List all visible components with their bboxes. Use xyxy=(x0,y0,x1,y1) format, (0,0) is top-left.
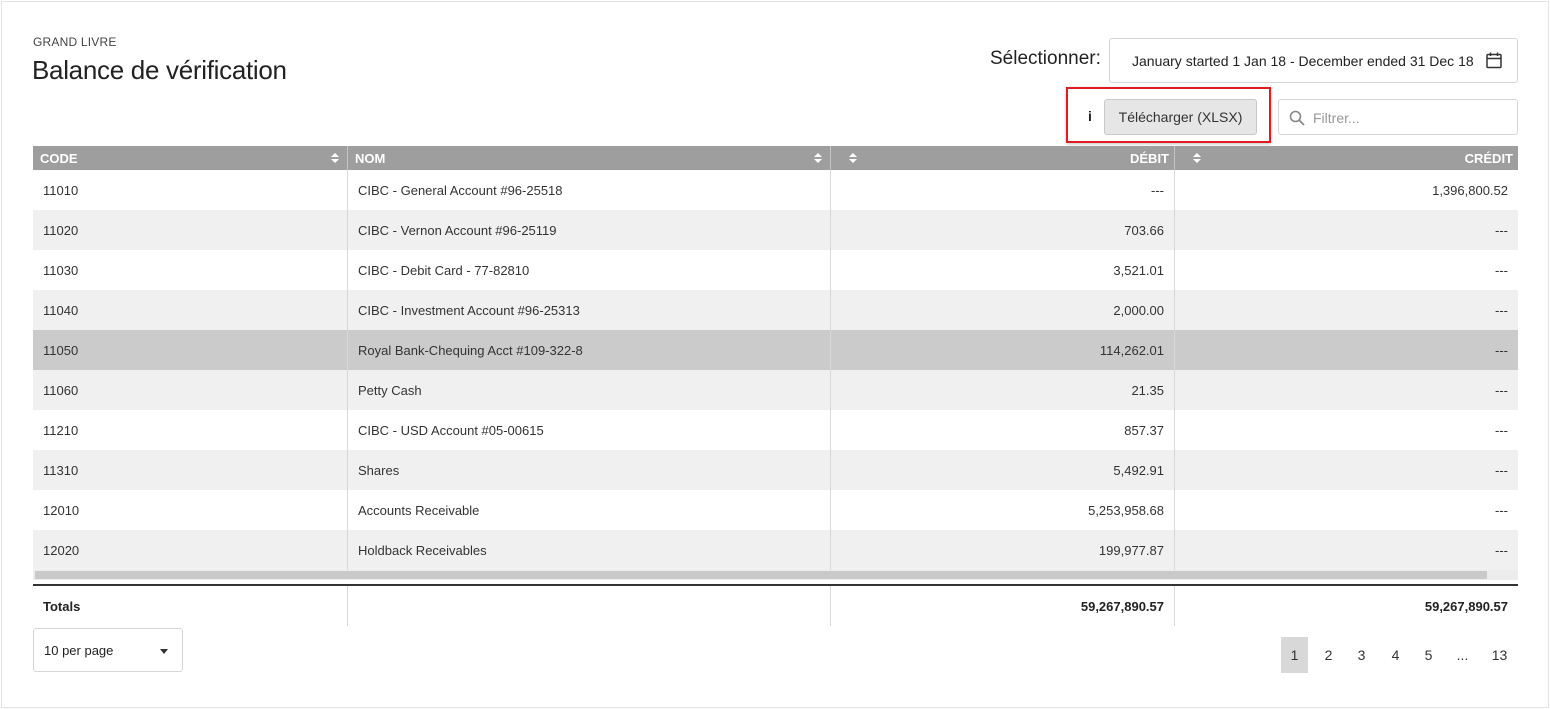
cell-code: 11040 xyxy=(33,290,348,330)
cell-name: CIBC - USD Account #05-00615 xyxy=(348,410,831,450)
totals-row: Totals 59,267,890.57 59,267,890.57 xyxy=(33,584,1518,626)
cell-code: 11310 xyxy=(33,450,348,490)
totals-empty-cell xyxy=(348,586,831,626)
sort-icon[interactable] xyxy=(814,153,822,164)
per-page-select[interactable]: 10 per page xyxy=(33,628,183,672)
cell-code: 11010 xyxy=(33,170,348,210)
cell-code: 11060 xyxy=(33,370,348,410)
cell-name: CIBC - Investment Account #96-25313 xyxy=(348,290,831,330)
cell-credit: --- xyxy=(1495,542,1508,558)
cell-name: Accounts Receivable xyxy=(348,490,831,530)
cell-code: 11210 xyxy=(33,410,348,450)
table-row[interactable]: 11210 CIBC - USD Account #05-00615 857.3… xyxy=(33,410,1518,450)
page-4[interactable]: 4 xyxy=(1382,637,1409,673)
period-value: January started 1 Jan 18 - December ende… xyxy=(1132,52,1474,69)
cell-code: 12010 xyxy=(33,490,348,530)
cell-credit: --- xyxy=(1495,302,1508,318)
page-title: Balance de vérification xyxy=(32,55,287,85)
table-row[interactable]: 11010 CIBC - General Account #96-25518 -… xyxy=(33,170,1518,210)
table-row-selected[interactable]: 11050 Royal Bank-Chequing Acct #109-322-… xyxy=(33,330,1518,370)
column-header-code[interactable]: CODE xyxy=(33,146,348,170)
cell-name: Holdback Receivables xyxy=(348,530,831,570)
cell-debit: 5,492.91 xyxy=(831,450,1175,490)
totals-label: Totals xyxy=(33,586,348,626)
cell-name: Petty Cash xyxy=(348,370,831,410)
page-2[interactable]: 2 xyxy=(1315,637,1342,673)
page-5[interactable]: 5 xyxy=(1415,637,1442,673)
per-page-value: 10 per page xyxy=(44,642,114,658)
column-header-label: NOM xyxy=(355,150,386,166)
cell-credit: --- xyxy=(1495,462,1508,478)
cell-debit: 857.37 xyxy=(831,410,1175,450)
column-header-label: CRÉDIT xyxy=(1464,150,1513,166)
page-ellipsis: ... xyxy=(1456,647,1469,663)
scrollbar-thumb[interactable] xyxy=(35,571,1487,579)
sort-icon[interactable] xyxy=(1193,153,1201,164)
table-body: 11010 CIBC - General Account #96-25518 -… xyxy=(33,170,1518,570)
cell-code: 11030 xyxy=(33,250,348,290)
cell-credit: --- xyxy=(1495,342,1508,358)
trial-balance-table: CODE NOM DÉBIT CRÉDIT 11010 CIBC - Gener… xyxy=(33,146,1518,626)
cell-name: Royal Bank-Chequing Acct #109-322-8 xyxy=(348,330,831,370)
column-header-credit[interactable]: CRÉDIT xyxy=(1175,146,1518,170)
totals-credit: 59,267,890.57 xyxy=(1424,598,1508,614)
cell-code: 12020 xyxy=(33,530,348,570)
cell-debit: 2,000.00 xyxy=(831,290,1175,330)
info-icon[interactable]: i xyxy=(1088,108,1092,124)
table-row[interactable]: 11020 CIBC - Vernon Account #96-25119 70… xyxy=(33,210,1518,250)
cell-debit: 3,521.01 xyxy=(831,250,1175,290)
caret-down-icon xyxy=(160,649,168,654)
sort-icon[interactable] xyxy=(331,153,339,164)
column-header-label: DÉBIT xyxy=(1130,150,1169,166)
table-row[interactable]: 11040 CIBC - Investment Account #96-2531… xyxy=(33,290,1518,330)
cell-name: Shares xyxy=(348,450,831,490)
page-13[interactable]: 13 xyxy=(1486,637,1513,673)
section-label: GRAND LIVRE xyxy=(33,35,117,49)
page-1[interactable]: 1 xyxy=(1281,637,1308,673)
table-header: CODE NOM DÉBIT CRÉDIT xyxy=(33,146,1518,170)
cell-credit: --- xyxy=(1495,222,1508,238)
table-row[interactable]: 11030 CIBC - Debit Card - 77-82810 3,521… xyxy=(33,250,1518,290)
cell-name: CIBC - General Account #96-25518 xyxy=(348,170,831,210)
column-header-debit[interactable]: DÉBIT xyxy=(831,146,1175,170)
cell-debit: 5,253,958.68 xyxy=(831,490,1175,530)
cell-credit: --- xyxy=(1495,382,1508,398)
cell-credit: --- xyxy=(1495,422,1508,438)
sort-icon[interactable] xyxy=(849,153,857,164)
table-row[interactable]: 11310 Shares 5,492.91 --- xyxy=(33,450,1518,490)
table-row[interactable]: 12020 Holdback Receivables 199,977.87 --… xyxy=(33,530,1518,570)
cell-debit: --- xyxy=(831,170,1175,210)
filter-input[interactable] xyxy=(1313,107,1508,129)
period-date-picker[interactable]: January started 1 Jan 18 - December ende… xyxy=(1109,38,1518,83)
cell-debit: 199,977.87 xyxy=(831,530,1175,570)
page-3[interactable]: 3 xyxy=(1348,637,1375,673)
period-select-label: Sélectionner: xyxy=(990,48,1101,69)
filter-field[interactable] xyxy=(1278,99,1518,135)
cell-debit: 703.66 xyxy=(831,210,1175,250)
column-header-label: CODE xyxy=(40,150,78,166)
download-xlsx-button[interactable]: Télécharger (XLSX) xyxy=(1104,99,1257,135)
table-row[interactable]: 12010 Accounts Receivable 5,253,958.68 -… xyxy=(33,490,1518,530)
table-row[interactable]: 11060 Petty Cash 21.35 --- xyxy=(33,370,1518,410)
totals-debit: 59,267,890.57 xyxy=(831,586,1175,626)
cell-debit: 21.35 xyxy=(831,370,1175,410)
cell-name: CIBC - Vernon Account #96-25119 xyxy=(348,210,831,250)
cell-credit: --- xyxy=(1495,262,1508,278)
search-icon xyxy=(1289,110,1305,126)
cell-name: CIBC - Debit Card - 77-82810 xyxy=(348,250,831,290)
column-header-name[interactable]: NOM xyxy=(348,146,831,170)
cell-debit: 114,262.01 xyxy=(831,330,1175,370)
horizontal-scrollbar[interactable] xyxy=(33,570,1518,580)
cell-code: 11050 xyxy=(33,330,348,370)
cell-code: 11020 xyxy=(33,210,348,250)
cell-credit: 1,396,800.52 xyxy=(1432,182,1508,198)
cell-credit: --- xyxy=(1495,502,1508,518)
calendar-icon[interactable] xyxy=(1485,51,1503,69)
